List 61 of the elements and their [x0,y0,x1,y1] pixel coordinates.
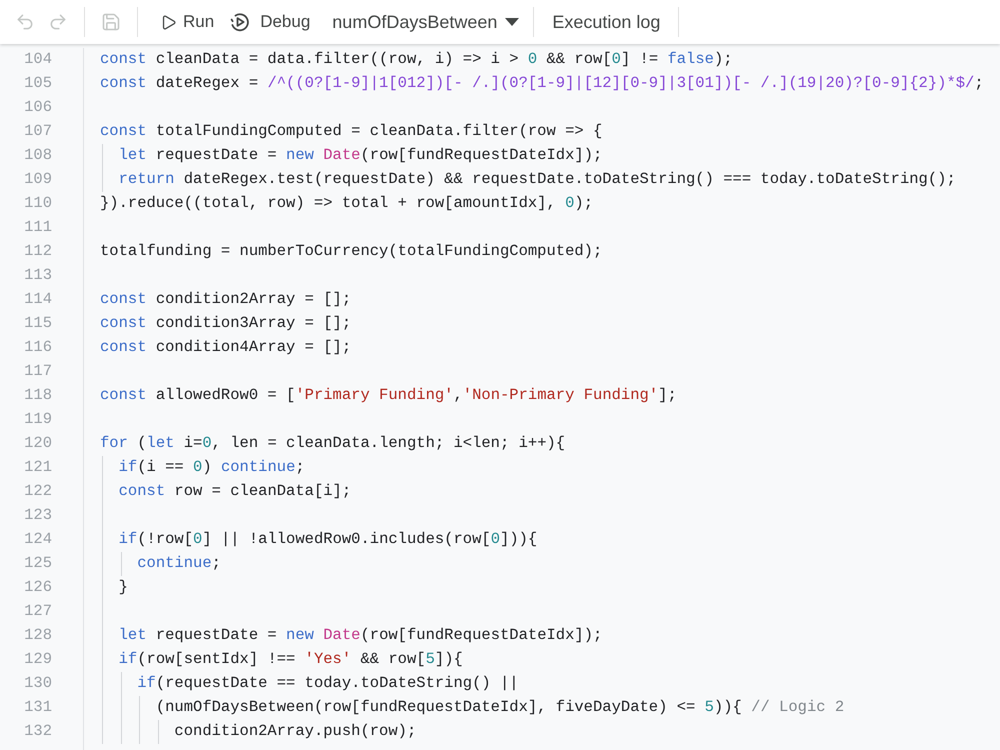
run-button[interactable]: Run [150,5,222,39]
code-line: const dateRegex = /^((0?[1-9]|1[012])[- /.](0?[1-9]|[12][0-9]|3[01])[- /.](19|20)?[0-9]{2})*$/; [100,73,984,94]
undo-icon [14,12,34,32]
code-line: continue; [137,553,221,574]
line-number: 125 [24,553,52,574]
execution-log-button[interactable]: Execution log [542,5,670,39]
line-number: 119 [24,409,52,430]
line-number: 131 [24,697,52,718]
code-line: if(requestDate == today.toDateString() || [137,673,519,694]
code-line: }).reduce((total, row) => total + row[amountIdx], 0); [100,193,593,214]
code-line: } [118,577,128,598]
code-line: const totalFundingComputed = cleanData.filter(row => { [100,121,602,142]
line-number: 117 [24,361,52,382]
code-line: let requestDate = new Date(row[fundRequestDateIdx]); [118,145,602,166]
code-line: if(!row[0] || !allowedRow0.includes(row[0])){ [118,529,538,550]
line-number: 108 [24,145,52,166]
line-number: 124 [24,529,52,550]
line-number: 106 [24,97,52,118]
line-number: 111 [24,217,52,238]
code-line: const allowedRow0 = ['Primary Funding','Non-Primary Funding']; [100,385,677,406]
code-line: if(i == 0) continue; [118,457,305,478]
line-number: 104 [24,49,52,70]
code-line: return dateRegex.test(requestDate) && requestDate.toDateString() === today.toDateString(); [118,169,956,190]
save-icon [100,12,120,32]
line-number: 116 [24,337,52,358]
code-line: const condition3Array = []; [100,313,352,334]
line-number: 130 [24,673,52,694]
function-dropdown[interactable]: numOfDaysBetween [318,5,530,39]
line-number: 109 [24,169,52,190]
line-number: 110 [24,193,52,214]
line-number: 115 [24,313,52,334]
line-number: 113 [24,265,52,286]
code-line: if(row[sentIdx] !== 'Yes' && row[5]){ [118,649,463,670]
code-line: const row = cleanData[i]; [118,481,352,502]
code-line: const cleanData = data.filter((row, i) => i > 0 && row[0] != false); [100,49,733,70]
line-number: 107 [24,121,52,142]
debug-icon [230,12,250,32]
caret-icon [505,18,520,26]
code-line: condition2Array.push(row); [174,721,416,742]
code-line: const condition4Array = []; [100,337,352,358]
code-line: let requestDate = new Date(row[fundRequestDateIdx]); [118,625,602,646]
line-number: 129 [24,649,52,670]
line-number: 114 [24,289,52,310]
code-line: (numOfDaysBetween(row[fundRequestDateIdx], fiveDayDate) <= 5)){ // Logic 2 [156,697,844,718]
code-line: totalfunding = numberToCurrency(totalFundingComputed); [100,241,602,262]
code-line: for (let i=0, len = cleanData.length; i<len; i++){ [100,433,566,454]
line-number: 118 [24,385,52,406]
line-number: 122 [24,481,52,502]
play-icon [160,14,177,30]
redo-icon [48,12,68,32]
line-number: 126 [24,577,52,598]
line-number: 105 [24,73,52,94]
code-line: const condition2Array = []; [100,289,352,310]
line-number: 120 [24,433,52,454]
line-number: 112 [24,241,52,262]
line-number: 123 [24,505,52,526]
line-number: 121 [24,457,52,478]
debug-button[interactable]: Debug [222,5,318,39]
line-number: 132 [24,721,52,742]
line-number: 128 [24,625,52,646]
line-number: 127 [24,601,52,622]
